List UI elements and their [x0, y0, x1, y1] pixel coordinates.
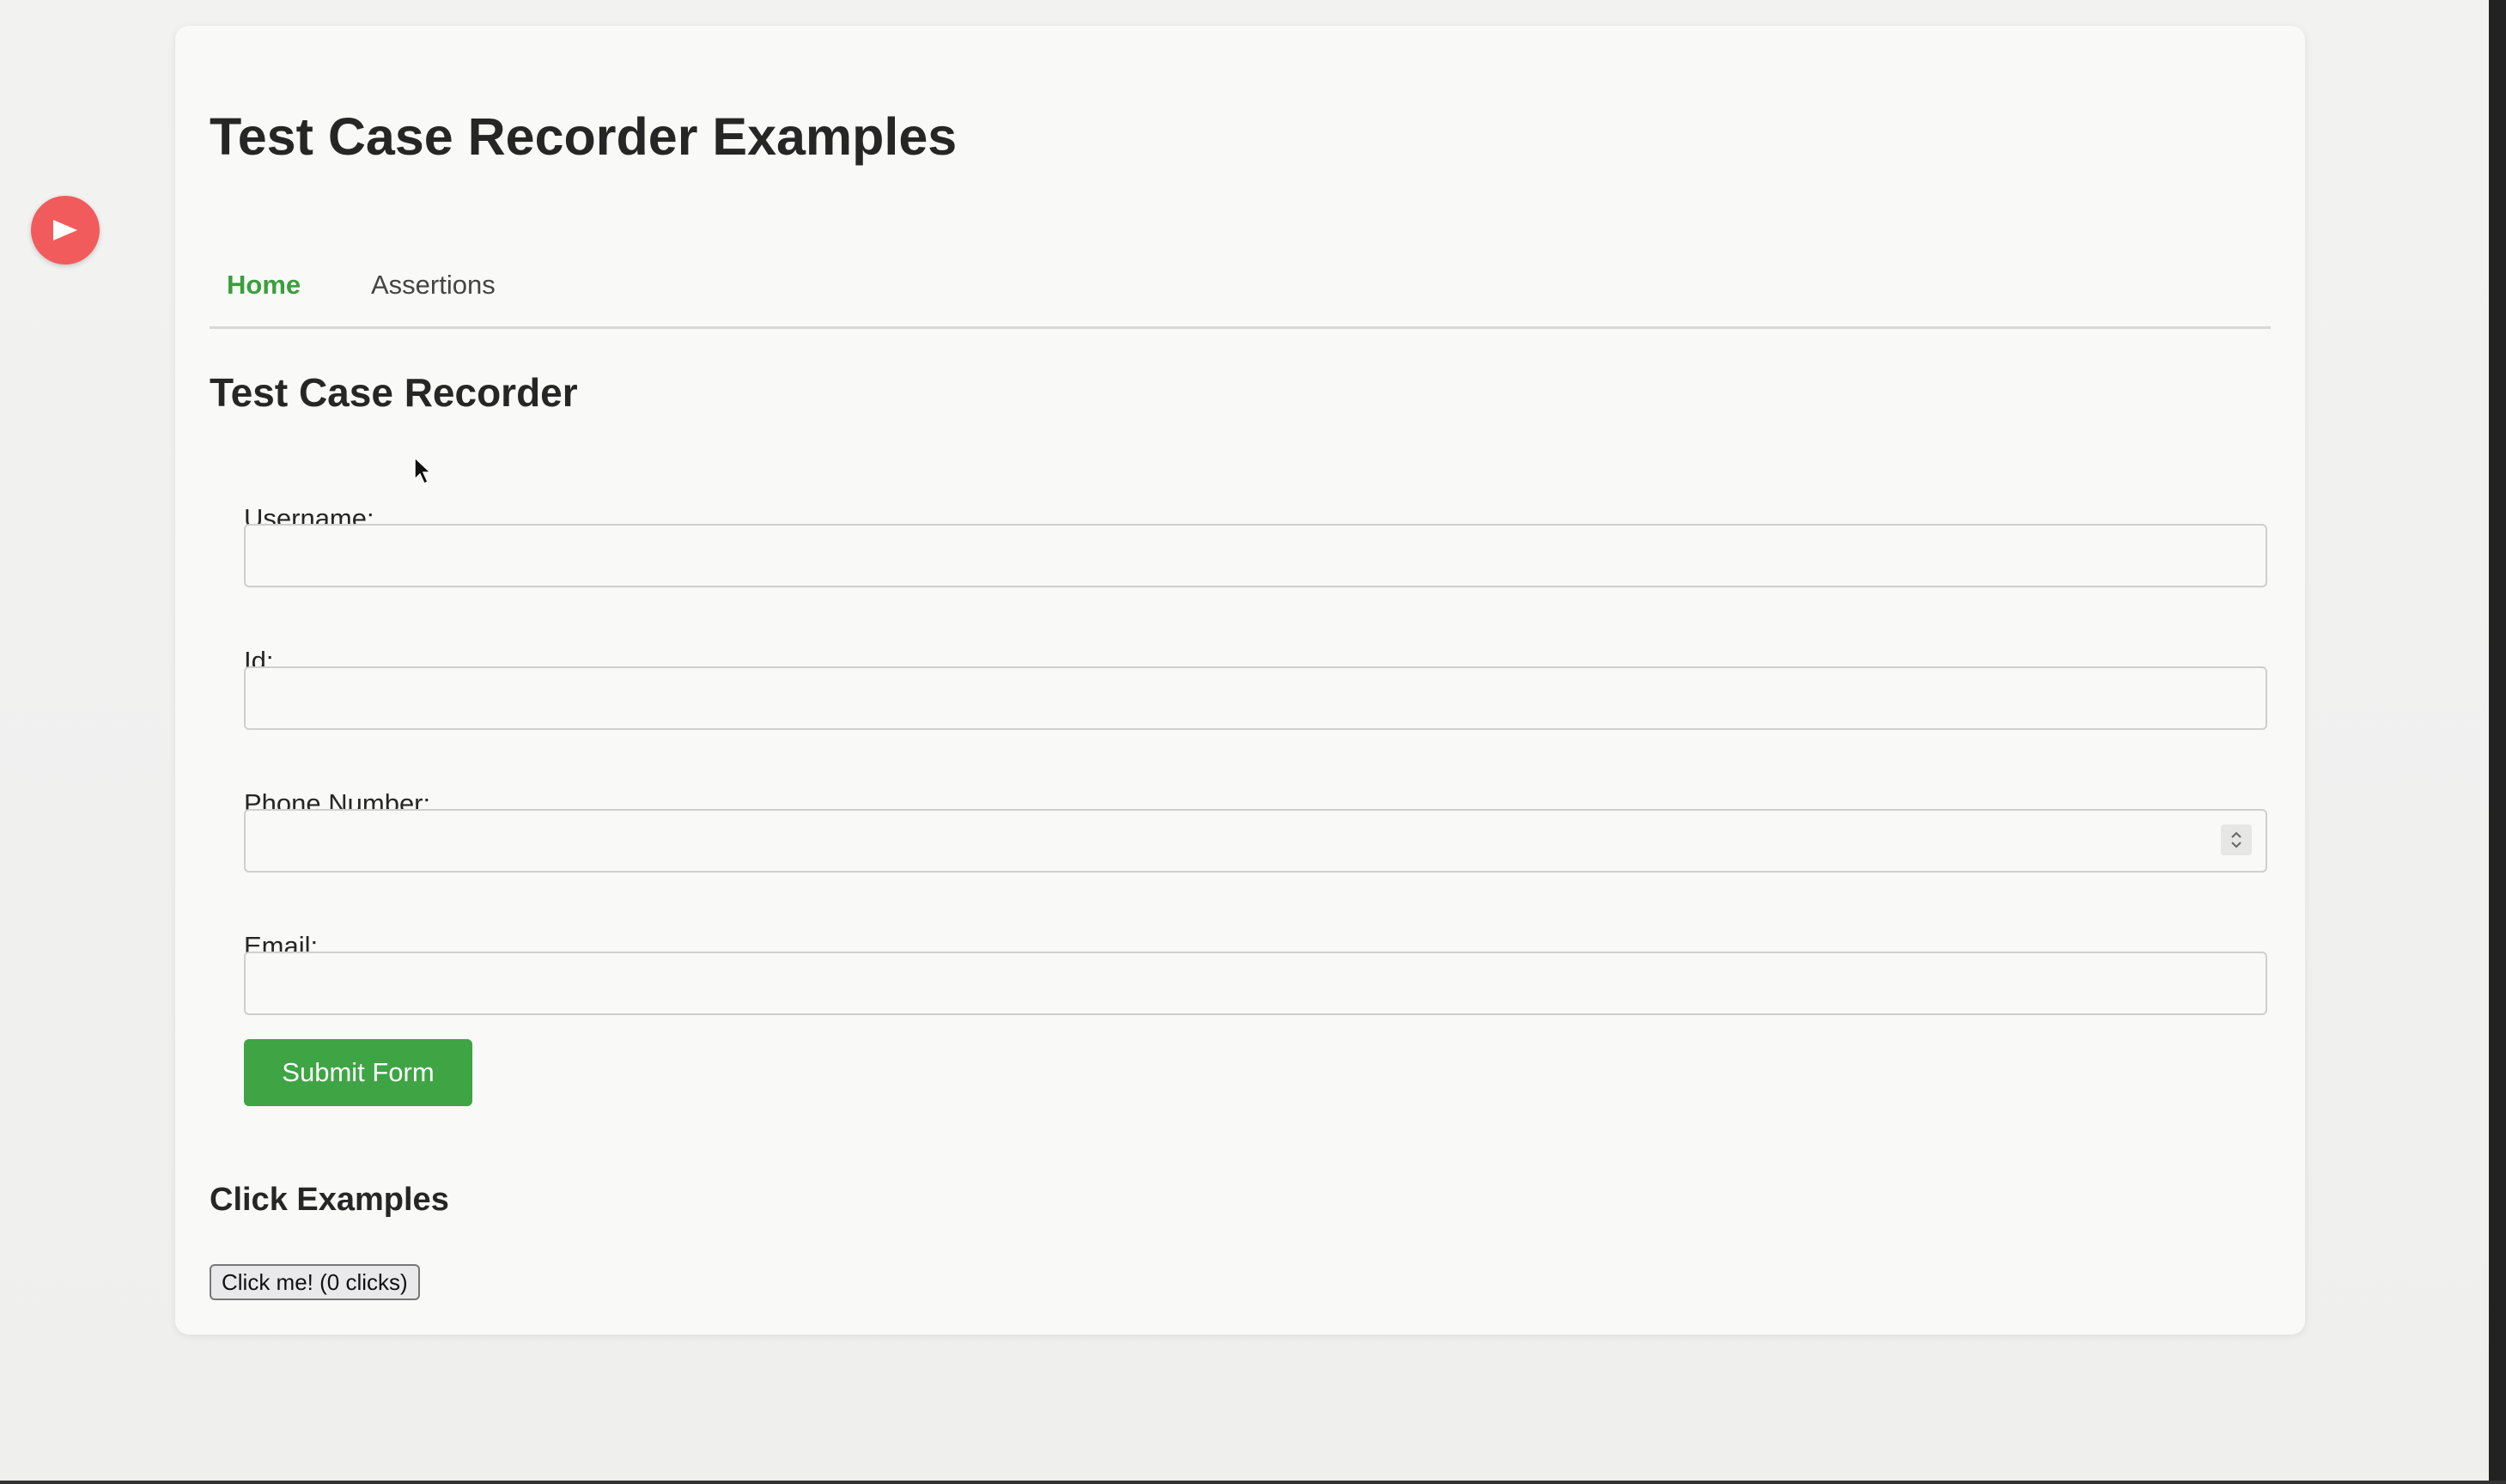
- page-title: Test Case Recorder Examples: [210, 107, 958, 166]
- email-input[interactable]: [244, 952, 2267, 1015]
- mouse-cursor-icon: [414, 457, 432, 485]
- click-examples-title: Click Examples: [210, 1182, 449, 1218]
- tab-assertions[interactable]: Assertions: [371, 270, 496, 301]
- phone-number-input[interactable]: [244, 809, 2267, 873]
- submit-form-button[interactable]: Submit Form: [244, 1039, 472, 1106]
- number-spinner[interactable]: [2221, 824, 2252, 855]
- username-input[interactable]: [244, 524, 2267, 587]
- record-button[interactable]: [31, 196, 100, 265]
- window-bottom-edge: [0, 1481, 2506, 1484]
- chevron-up-down-icon: [2231, 831, 2241, 848]
- tab-bar: Home Assertions: [210, 240, 2271, 329]
- click-me-button[interactable]: Click me! (0 clicks): [210, 1264, 420, 1300]
- tab-home[interactable]: Home: [227, 270, 301, 301]
- window-edge: [2489, 0, 2506, 1484]
- play-icon: [53, 220, 77, 240]
- main-card: Test Case Recorder Examples Home Asserti…: [175, 26, 2305, 1335]
- browser-viewport: Test Case Recorder Examples Home Asserti…: [0, 0, 2506, 1484]
- id-input[interactable]: [244, 666, 2267, 730]
- form-section-title: Test Case Recorder: [210, 370, 578, 415]
